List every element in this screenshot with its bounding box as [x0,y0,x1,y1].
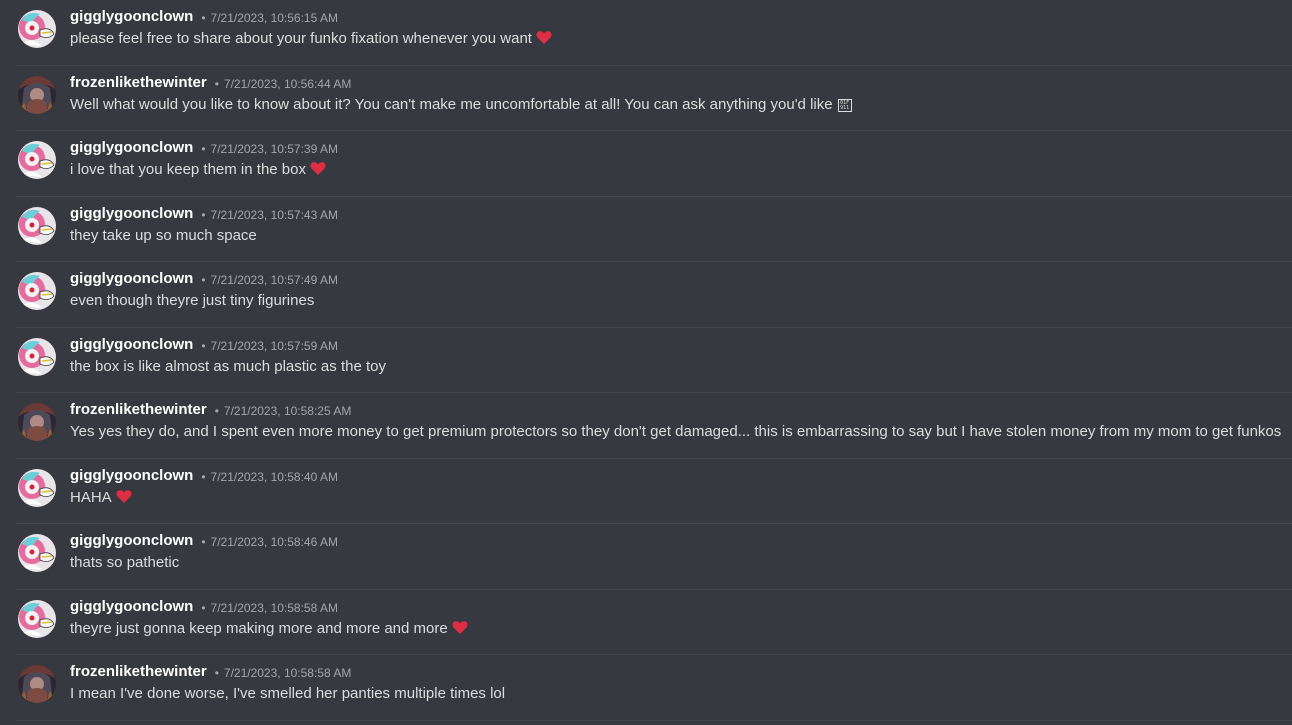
timestamp-text: 7/21/2023, 10:58:46 AM [210,535,338,549]
message-text: HAHA [70,489,132,508]
author-name[interactable]: gigglygoonclown [70,8,193,25]
message-text: please feel free to share about your fun… [70,30,552,49]
avatar[interactable] [18,534,56,572]
dot-separator: • [201,469,206,484]
dot-separator: • [214,666,219,680]
message-body: even though theyre just tiny figurines [70,292,315,309]
author-name[interactable]: frozenlikethewinter [70,401,207,418]
message-row[interactable]: gigglygoonclown • 7/21/2023, 10:57:59 AM th… [16,328,1292,393]
timestamp-text: 7/21/2023, 10:57:39 AM [210,142,338,156]
message-row[interactable]: frozenlikethewinter • 7/21/2023, 10:58:58 … [16,655,1292,721]
avatar[interactable] [18,10,56,48]
timestamp-text: 7/21/2023, 10:58:58 AM [223,666,352,680]
avatar[interactable] [18,665,56,703]
message-text: I mean I've done worse, I've smelled her… [70,685,505,702]
dot-separator: • [201,273,206,287]
message-row[interactable]: gigglygoonclown • 7/21/2023, 10:57:49 AM ev… [16,262,1292,328]
message-body: Yes yes they do, and I spent even more m… [70,423,1282,440]
message-row[interactable]: gigglygoonclown • 7/21/2023, 10:58:40 AM HA… [16,459,1292,524]
message-text: even though theyre just tiny figurines [70,292,314,309]
avatar[interactable] [18,599,56,638]
timestamp-text: 7/21/2023, 10:57:49 AM [210,273,338,287]
message-text: i love that you keep them in the box [70,161,326,180]
author-name[interactable]: gigglygoonclown [70,336,193,353]
message-text: the box is like almost as much plastic a… [70,358,386,375]
message-body: the box is like almost as much plastic a… [70,357,386,375]
message-timestamp: • 7/21/2023, 10:58:46 AM [201,535,338,549]
heart-emoji-icon [536,30,552,49]
avatar[interactable] [18,272,56,310]
message-timestamp: • 7/21/2023, 10:58:58 AM [201,601,338,615]
dot-separator: • [214,76,219,91]
message-timestamp: • 7/21/2023, 10:58:40 AM [201,470,338,484]
message-row[interactable]: frozenlikethewinter • 7/21/2023, 10:58:25 … [16,393,1292,459]
author-name[interactable]: frozenlikethewinter [70,74,207,91]
message-row[interactable]: gigglygoonclown • 7/21/2023, 10:56:15 AM pl… [16,0,1292,66]
message-body: i love that you keep them in the box [70,161,306,178]
timestamp-text: 7/21/2023, 10:58:40 AM [210,469,338,484]
avatar[interactable] [18,206,56,245]
avatar[interactable] [18,403,56,441]
timestamp-text: 7/21/2023, 10:57:43 AM [210,207,338,222]
message-text: Yes yes they do, and I spent even more m… [70,423,1281,440]
message-timestamp: • 7/21/2023, 10:56:44 AM [215,77,352,91]
heart-emoji-icon [452,620,468,639]
message-timestamp: • 7/21/2023, 10:57:39 AM [201,142,338,156]
message-row[interactable]: frozenlikethewinter • 7/21/2023, 10:56:44 … [16,66,1292,131]
avatar[interactable] [18,337,56,376]
message-body: I mean I've done worse, I've smelled her… [70,685,506,702]
dot-separator: • [201,11,206,25]
dot-separator: • [201,535,206,549]
author-name[interactable]: gigglygoonclown [70,139,193,156]
dot-separator: • [201,142,206,156]
timestamp-text: 7/21/2023, 10:58:58 AM [210,600,338,615]
missing-glyph-icon: 01F 911 [837,98,852,112]
message-timestamp: • 7/21/2023, 10:58:58 AM [215,666,352,680]
message-row[interactable]: gigglygoonclown • 7/21/2023, 10:57:39 AM i … [16,131,1292,197]
message-body: HAHA [70,488,112,506]
message-timestamp: • 7/21/2023, 10:58:25 AM [215,404,352,418]
message-row[interactable]: gigglygoonclown • 7/21/2023, 10:58:46 AM th… [16,524,1292,590]
message-timestamp: • 7/21/2023, 10:56:15 AM [201,11,338,25]
author-name[interactable]: gigglygoonclown [70,532,193,549]
author-name[interactable]: gigglygoonclown [70,467,193,484]
message-body: theyre just gonna keep making more and m… [70,619,448,637]
message-body: thats so pathetic [70,554,180,571]
author-name[interactable]: gigglygoonclown [70,270,193,287]
avatar[interactable] [18,141,56,179]
message-text: thats so pathetic [70,554,179,571]
dot-separator: • [201,338,206,353]
author-name[interactable]: gigglygoonclown [70,205,193,222]
heart-emoji-icon [116,489,132,508]
message-row[interactable]: gigglygoonclown • 7/21/2023, 10:57:43 AM th… [16,197,1292,262]
timestamp-text: 7/21/2023, 10:56:44 AM [223,76,352,91]
heart-emoji-icon [310,161,326,180]
message-timestamp: • 7/21/2023, 10:57:43 AM [201,208,338,222]
author-name[interactable]: gigglygoonclown [70,598,193,615]
author-name[interactable]: frozenlikethewinter [70,663,207,680]
message-row[interactable]: gigglygoonclown • 7/21/2023, 10:58:58 AM th… [16,590,1292,655]
message-timestamp: • 7/21/2023, 10:57:59 AM [201,339,338,353]
message-body: they take up so much space [70,226,257,244]
message-timestamp: • 7/21/2023, 10:57:49 AM [201,273,338,287]
message-text: theyre just gonna keep making more and m… [70,620,468,639]
avatar[interactable] [18,468,56,507]
timestamp-text: 7/21/2023, 10:58:25 AM [223,404,352,418]
dot-separator: • [201,207,206,222]
message-feed: gigglygoonclown • 7/21/2023, 10:56:15 AM pl… [0,0,1292,725]
message-body: Well what would you like to know about i… [70,95,833,113]
dot-separator: • [214,404,219,418]
message-text: Well what would you like to know about i… [70,96,852,113]
message-text: they take up so much space [70,227,257,244]
message-body: please feel free to share about your fun… [70,30,532,47]
timestamp-text: 7/21/2023, 10:56:15 AM [210,11,338,25]
avatar[interactable] [18,75,56,114]
dot-separator: • [201,600,206,615]
timestamp-text: 7/21/2023, 10:57:59 AM [210,338,338,353]
